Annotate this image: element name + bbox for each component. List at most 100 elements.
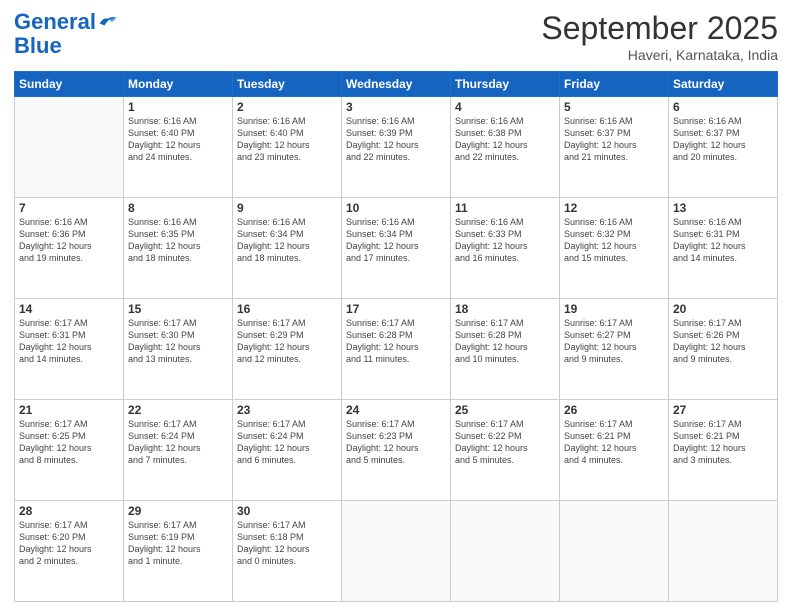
col-monday: Monday — [124, 72, 233, 97]
table-row: 20Sunrise: 6:17 AM Sunset: 6:26 PM Dayli… — [669, 299, 778, 400]
col-wednesday: Wednesday — [342, 72, 451, 97]
day-number: 15 — [128, 302, 228, 316]
table-row: 6Sunrise: 6:16 AM Sunset: 6:37 PM Daylig… — [669, 97, 778, 198]
table-row: 3Sunrise: 6:16 AM Sunset: 6:39 PM Daylig… — [342, 97, 451, 198]
day-number: 24 — [346, 403, 446, 417]
calendar-row: 1Sunrise: 6:16 AM Sunset: 6:40 PM Daylig… — [15, 97, 778, 198]
day-info: Sunrise: 6:17 AM Sunset: 6:25 PM Dayligh… — [19, 418, 119, 467]
table-row — [15, 97, 124, 198]
table-row: 16Sunrise: 6:17 AM Sunset: 6:29 PM Dayli… — [233, 299, 342, 400]
day-info: Sunrise: 6:17 AM Sunset: 6:22 PM Dayligh… — [455, 418, 555, 467]
table-row: 29Sunrise: 6:17 AM Sunset: 6:19 PM Dayli… — [124, 501, 233, 602]
location-subtitle: Haveri, Karnataka, India — [541, 47, 778, 63]
day-number: 30 — [237, 504, 337, 518]
day-number: 8 — [128, 201, 228, 215]
col-saturday: Saturday — [669, 72, 778, 97]
day-number: 21 — [19, 403, 119, 417]
calendar-row: 7Sunrise: 6:16 AM Sunset: 6:36 PM Daylig… — [15, 198, 778, 299]
day-number: 26 — [564, 403, 664, 417]
table-row: 13Sunrise: 6:16 AM Sunset: 6:31 PM Dayli… — [669, 198, 778, 299]
day-number: 28 — [19, 504, 119, 518]
table-row — [342, 501, 451, 602]
day-number: 17 — [346, 302, 446, 316]
day-number: 3 — [346, 100, 446, 114]
table-row: 25Sunrise: 6:17 AM Sunset: 6:22 PM Dayli… — [451, 400, 560, 501]
table-row: 18Sunrise: 6:17 AM Sunset: 6:28 PM Dayli… — [451, 299, 560, 400]
day-number: 20 — [673, 302, 773, 316]
day-info: Sunrise: 6:17 AM Sunset: 6:23 PM Dayligh… — [346, 418, 446, 467]
day-info: Sunrise: 6:16 AM Sunset: 6:33 PM Dayligh… — [455, 216, 555, 265]
col-sunday: Sunday — [15, 72, 124, 97]
table-row: 23Sunrise: 6:17 AM Sunset: 6:24 PM Dayli… — [233, 400, 342, 501]
table-row: 15Sunrise: 6:17 AM Sunset: 6:30 PM Dayli… — [124, 299, 233, 400]
table-row: 7Sunrise: 6:16 AM Sunset: 6:36 PM Daylig… — [15, 198, 124, 299]
day-number: 7 — [19, 201, 119, 215]
table-row: 14Sunrise: 6:17 AM Sunset: 6:31 PM Dayli… — [15, 299, 124, 400]
day-info: Sunrise: 6:17 AM Sunset: 6:24 PM Dayligh… — [128, 418, 228, 467]
table-row: 19Sunrise: 6:17 AM Sunset: 6:27 PM Dayli… — [560, 299, 669, 400]
day-info: Sunrise: 6:17 AM Sunset: 6:28 PM Dayligh… — [455, 317, 555, 366]
table-row: 4Sunrise: 6:16 AM Sunset: 6:38 PM Daylig… — [451, 97, 560, 198]
col-friday: Friday — [560, 72, 669, 97]
table-row: 24Sunrise: 6:17 AM Sunset: 6:23 PM Dayli… — [342, 400, 451, 501]
table-row — [451, 501, 560, 602]
day-info: Sunrise: 6:16 AM Sunset: 6:36 PM Dayligh… — [19, 216, 119, 265]
day-info: Sunrise: 6:16 AM Sunset: 6:31 PM Dayligh… — [673, 216, 773, 265]
day-info: Sunrise: 6:17 AM Sunset: 6:24 PM Dayligh… — [237, 418, 337, 467]
day-info: Sunrise: 6:16 AM Sunset: 6:38 PM Dayligh… — [455, 115, 555, 164]
day-number: 23 — [237, 403, 337, 417]
table-row: 26Sunrise: 6:17 AM Sunset: 6:21 PM Dayli… — [560, 400, 669, 501]
day-number: 16 — [237, 302, 337, 316]
table-row: 10Sunrise: 6:16 AM Sunset: 6:34 PM Dayli… — [342, 198, 451, 299]
table-row: 27Sunrise: 6:17 AM Sunset: 6:21 PM Dayli… — [669, 400, 778, 501]
day-info: Sunrise: 6:17 AM Sunset: 6:29 PM Dayligh… — [237, 317, 337, 366]
day-info: Sunrise: 6:17 AM Sunset: 6:21 PM Dayligh… — [564, 418, 664, 467]
day-number: 9 — [237, 201, 337, 215]
day-info: Sunrise: 6:17 AM Sunset: 6:26 PM Dayligh… — [673, 317, 773, 366]
table-row: 12Sunrise: 6:16 AM Sunset: 6:32 PM Dayli… — [560, 198, 669, 299]
day-number: 27 — [673, 403, 773, 417]
day-number: 25 — [455, 403, 555, 417]
table-row: 1Sunrise: 6:16 AM Sunset: 6:40 PM Daylig… — [124, 97, 233, 198]
table-row — [560, 501, 669, 602]
day-number: 14 — [19, 302, 119, 316]
table-row: 28Sunrise: 6:17 AM Sunset: 6:20 PM Dayli… — [15, 501, 124, 602]
day-info: Sunrise: 6:16 AM Sunset: 6:37 PM Dayligh… — [564, 115, 664, 164]
table-row — [669, 501, 778, 602]
calendar-row: 21Sunrise: 6:17 AM Sunset: 6:25 PM Dayli… — [15, 400, 778, 501]
day-info: Sunrise: 6:17 AM Sunset: 6:31 PM Dayligh… — [19, 317, 119, 366]
calendar-body: 1Sunrise: 6:16 AM Sunset: 6:40 PM Daylig… — [15, 97, 778, 602]
day-number: 12 — [564, 201, 664, 215]
day-info: Sunrise: 6:17 AM Sunset: 6:28 PM Dayligh… — [346, 317, 446, 366]
logo: General Blue — [14, 10, 118, 58]
day-info: Sunrise: 6:16 AM Sunset: 6:39 PM Dayligh… — [346, 115, 446, 164]
day-number: 2 — [237, 100, 337, 114]
logo-text: General — [14, 10, 96, 34]
calendar-table: Sunday Monday Tuesday Wednesday Thursday… — [14, 71, 778, 602]
day-number: 13 — [673, 201, 773, 215]
table-row: 8Sunrise: 6:16 AM Sunset: 6:35 PM Daylig… — [124, 198, 233, 299]
table-row: 11Sunrise: 6:16 AM Sunset: 6:33 PM Dayli… — [451, 198, 560, 299]
day-info: Sunrise: 6:16 AM Sunset: 6:35 PM Dayligh… — [128, 216, 228, 265]
table-row: 21Sunrise: 6:17 AM Sunset: 6:25 PM Dayli… — [15, 400, 124, 501]
day-number: 5 — [564, 100, 664, 114]
table-row: 5Sunrise: 6:16 AM Sunset: 6:37 PM Daylig… — [560, 97, 669, 198]
day-number: 4 — [455, 100, 555, 114]
col-thursday: Thursday — [451, 72, 560, 97]
day-number: 22 — [128, 403, 228, 417]
page: General Blue September 2025 Haveri, Karn… — [0, 0, 792, 612]
day-info: Sunrise: 6:16 AM Sunset: 6:34 PM Dayligh… — [346, 216, 446, 265]
day-number: 10 — [346, 201, 446, 215]
day-info: Sunrise: 6:16 AM Sunset: 6:40 PM Dayligh… — [128, 115, 228, 164]
title-block: September 2025 Haveri, Karnataka, India — [541, 10, 778, 63]
calendar-header-row: Sunday Monday Tuesday Wednesday Thursday… — [15, 72, 778, 97]
day-number: 6 — [673, 100, 773, 114]
calendar-row: 14Sunrise: 6:17 AM Sunset: 6:31 PM Dayli… — [15, 299, 778, 400]
month-title: September 2025 — [541, 10, 778, 47]
day-info: Sunrise: 6:17 AM Sunset: 6:27 PM Dayligh… — [564, 317, 664, 366]
day-info: Sunrise: 6:17 AM Sunset: 6:21 PM Dayligh… — [673, 418, 773, 467]
day-number: 29 — [128, 504, 228, 518]
day-number: 1 — [128, 100, 228, 114]
day-info: Sunrise: 6:17 AM Sunset: 6:20 PM Dayligh… — [19, 519, 119, 568]
day-info: Sunrise: 6:16 AM Sunset: 6:37 PM Dayligh… — [673, 115, 773, 164]
